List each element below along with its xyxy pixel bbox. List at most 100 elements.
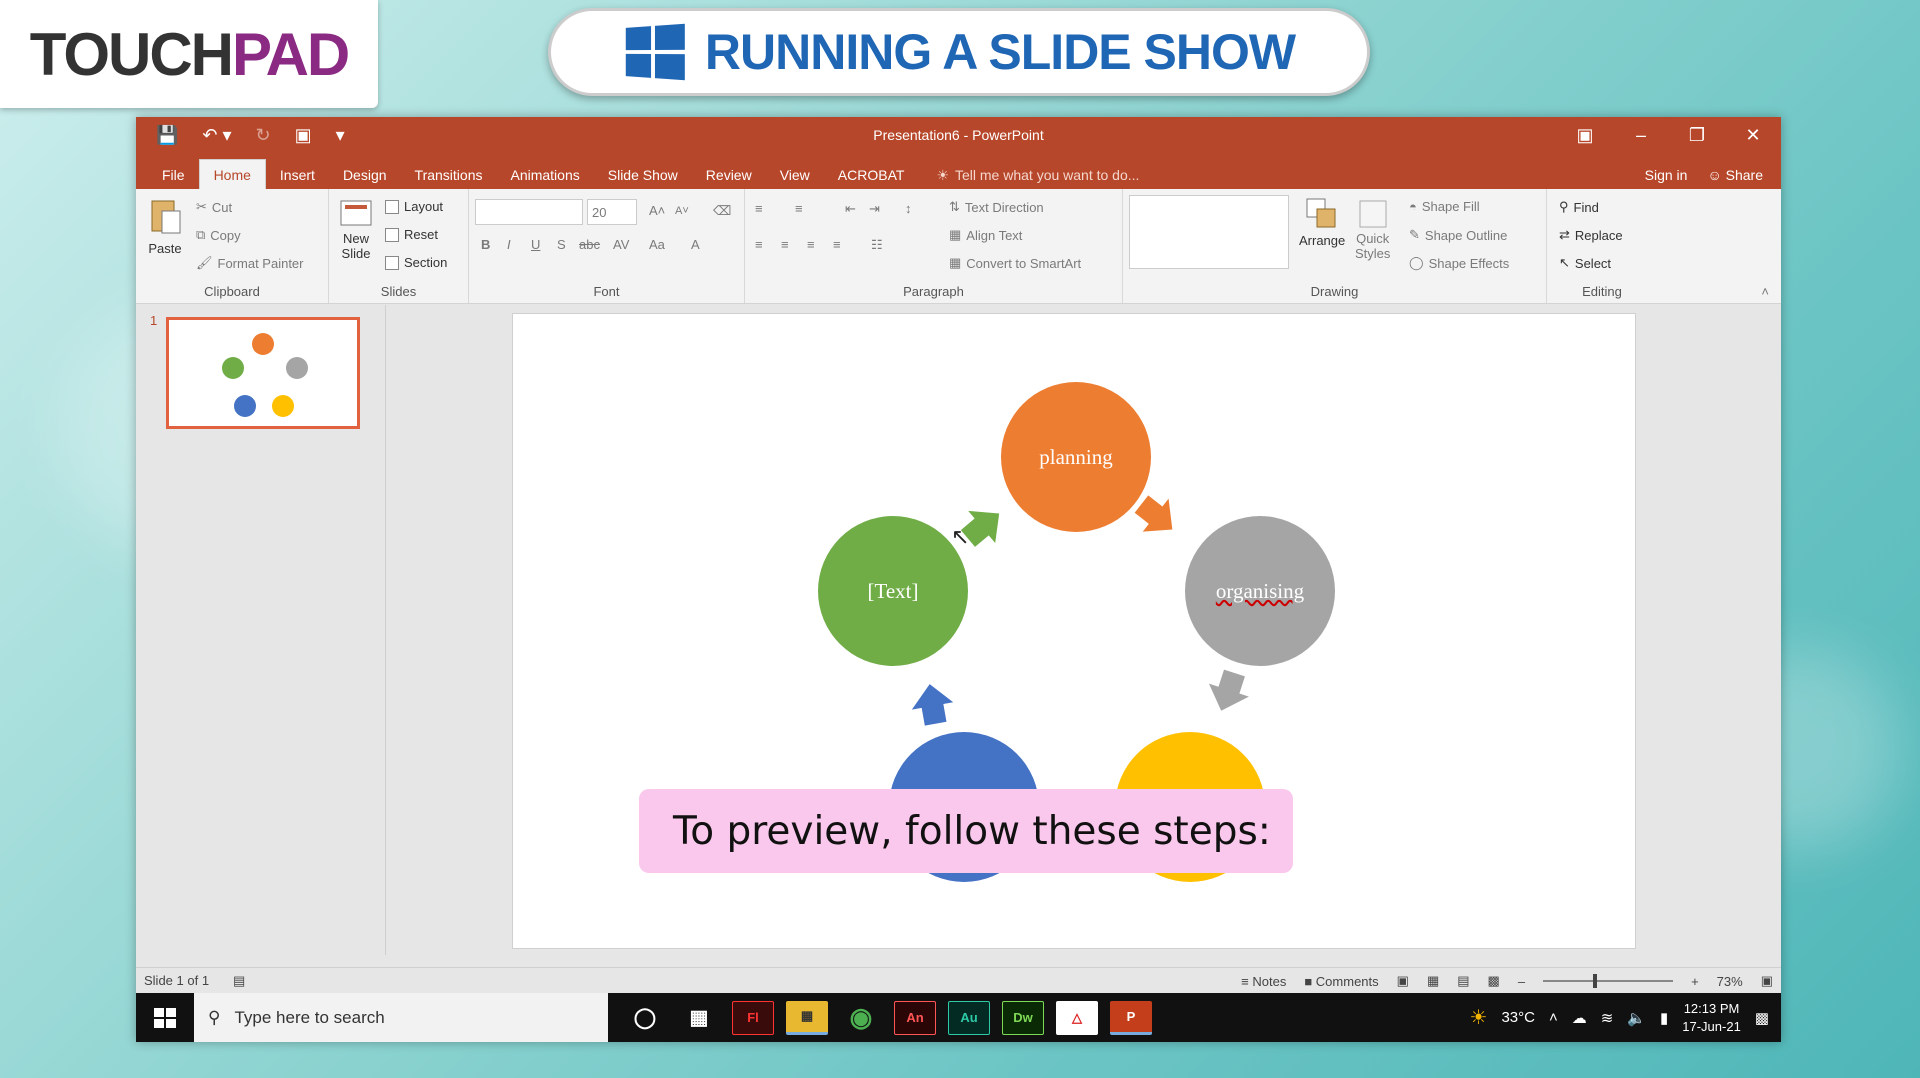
reset-button[interactable]: Reset bbox=[385, 227, 438, 242]
notes-button[interactable]: ≡ Notes bbox=[1241, 974, 1286, 989]
powerpoint-app-icon[interactable]: P bbox=[1110, 1000, 1152, 1035]
paste-button[interactable]: Paste bbox=[148, 197, 182, 256]
shape-fill-button[interactable]: ◓ Shape Fill bbox=[1409, 199, 1480, 214]
cut-button[interactable]: ✂ Cut bbox=[196, 199, 232, 215]
tab-design[interactable]: Design bbox=[329, 161, 401, 189]
tell-me-box[interactable]: ☀ Tell me what you want to do... bbox=[918, 161, 1139, 189]
zoom-level[interactable]: 73% bbox=[1717, 974, 1743, 989]
weather-icon[interactable]: ☀ bbox=[1470, 1005, 1488, 1030]
columns-icon[interactable]: ☷ bbox=[871, 237, 883, 253]
shape-outline-button[interactable]: ✎ Shape Outline bbox=[1409, 227, 1507, 243]
clock[interactable]: 12:13 PM 17-Jun-21 bbox=[1682, 1000, 1741, 1036]
restore-button[interactable]: ❐ bbox=[1669, 117, 1725, 153]
ribbon-display-options-icon[interactable]: ▣ bbox=[1557, 117, 1613, 153]
tab-transitions[interactable]: Transitions bbox=[401, 161, 497, 189]
decrease-indent-icon[interactable]: ⇤ bbox=[845, 201, 856, 217]
center-icon[interactable]: ≡ bbox=[781, 237, 789, 252]
align-text-button[interactable]: ▦ Align Text bbox=[949, 227, 1022, 243]
cortana-icon[interactable]: ◯ bbox=[624, 1001, 666, 1035]
onedrive-icon[interactable]: ☁ bbox=[1572, 1009, 1587, 1027]
show-hidden-icons-icon[interactable]: ˄ bbox=[1549, 1009, 1558, 1026]
cycle-node-planning[interactable]: planning bbox=[1001, 382, 1151, 532]
shapes-gallery[interactable] bbox=[1129, 195, 1289, 269]
convert-smartart-button[interactable]: ▦ Convert to SmartArt bbox=[949, 255, 1081, 271]
cycle-node-organising[interactable]: organising bbox=[1185, 516, 1335, 666]
clear-formatting-icon[interactable]: ⌫ bbox=[713, 203, 731, 219]
fit-slide-icon[interactable]: ▣ bbox=[1761, 973, 1773, 989]
new-slide-button[interactable]: New Slide bbox=[339, 197, 373, 261]
notifications-icon[interactable]: ▩ bbox=[1755, 1009, 1769, 1027]
volume-icon[interactable]: 🔈 bbox=[1627, 1009, 1646, 1027]
tab-home[interactable]: Home bbox=[198, 159, 266, 189]
task-view-icon[interactable]: ▦ bbox=[678, 1001, 720, 1035]
italic-button[interactable]: I bbox=[507, 237, 511, 252]
tab-insert[interactable]: Insert bbox=[266, 161, 329, 189]
spellcheck-icon[interactable]: ▤ bbox=[233, 973, 245, 989]
start-button[interactable] bbox=[136, 993, 194, 1042]
comments-button[interactable]: ■ Comments bbox=[1304, 974, 1378, 989]
start-from-beginning-icon[interactable]: ▣ bbox=[295, 125, 312, 146]
shape-effects-button[interactable]: ◯ Shape Effects bbox=[1409, 255, 1509, 271]
acrobat-app-icon[interactable]: △ bbox=[1056, 1000, 1098, 1035]
bullets-icon[interactable]: ≡ bbox=[755, 201, 763, 216]
section-button[interactable]: Section bbox=[385, 255, 447, 270]
zoom-out-icon[interactable]: – bbox=[1518, 974, 1525, 989]
format-painter-button[interactable]: 🖌 Format Painter bbox=[196, 255, 304, 271]
cycle-node-text[interactable]: [Text] bbox=[818, 516, 968, 666]
font-name-box[interactable] bbox=[475, 199, 583, 225]
save-icon[interactable]: 💾 bbox=[156, 125, 178, 146]
temperature[interactable]: 33°C bbox=[1501, 1009, 1535, 1026]
arrange-button[interactable]: Arrange bbox=[1299, 197, 1345, 248]
reading-view-icon[interactable]: ▤ bbox=[1457, 973, 1469, 989]
select-button[interactable]: ↖ Select bbox=[1559, 255, 1611, 271]
sign-in-link[interactable]: Sign in bbox=[1645, 167, 1688, 183]
collapse-ribbon-icon[interactable]: ˄ bbox=[1761, 284, 1769, 299]
bold-button[interactable]: B bbox=[481, 237, 490, 252]
wifi-icon[interactable]: ≋ bbox=[1601, 1009, 1614, 1027]
minimize-button[interactable]: – bbox=[1613, 117, 1669, 153]
font-size-box[interactable]: 20 bbox=[587, 199, 637, 225]
tab-animations[interactable]: Animations bbox=[496, 161, 593, 189]
tab-view[interactable]: View bbox=[766, 161, 824, 189]
char-spacing-button[interactable]: AV bbox=[613, 237, 629, 252]
numbering-icon[interactable]: ≡ bbox=[795, 201, 803, 216]
tab-review[interactable]: Review bbox=[692, 161, 766, 189]
find-button[interactable]: ⚲ Find bbox=[1559, 199, 1599, 215]
shrink-font-icon[interactable]: A˅ bbox=[675, 205, 689, 217]
slide-canvas[interactable]: planning organising [Text] ↖ To preview,… bbox=[512, 313, 1636, 949]
file-explorer-icon[interactable]: ▦ bbox=[786, 1000, 828, 1035]
slide-sorter-icon[interactable]: ▦ bbox=[1427, 973, 1439, 989]
customize-toolbar-icon[interactable]: ▾ bbox=[336, 125, 345, 146]
battery-icon[interactable]: ▮ bbox=[1660, 1009, 1668, 1027]
font-color-button[interactable]: A bbox=[691, 237, 700, 252]
justify-icon[interactable]: ≡ bbox=[833, 237, 841, 252]
audition-app-icon[interactable]: Au bbox=[948, 1000, 990, 1035]
grow-font-icon[interactable]: A˄ bbox=[649, 203, 665, 218]
replace-button[interactable]: ⇄ Replace bbox=[1559, 227, 1623, 243]
tab-acrobat[interactable]: ACROBAT bbox=[824, 161, 919, 189]
flash-app-icon[interactable]: Fl bbox=[732, 1000, 774, 1035]
dreamweaver-app-icon[interactable]: Dw bbox=[1002, 1000, 1044, 1035]
tab-slide-show[interactable]: Slide Show bbox=[594, 161, 692, 189]
quick-styles-button[interactable]: Quick Styles bbox=[1355, 197, 1390, 261]
zoom-slider[interactable] bbox=[1543, 974, 1674, 988]
increase-indent-icon[interactable]: ⇥ bbox=[869, 201, 880, 217]
close-button[interactable]: ✕ bbox=[1725, 117, 1781, 153]
line-spacing-icon[interactable]: ↕ bbox=[905, 201, 912, 216]
underline-button[interactable]: U bbox=[531, 237, 540, 252]
change-case-button[interactable]: Aa bbox=[649, 237, 665, 252]
align-left-icon[interactable]: ≡ bbox=[755, 237, 763, 252]
copy-button[interactable]: ⧉ Copy bbox=[196, 227, 241, 243]
slideshow-view-icon[interactable]: ▩ bbox=[1488, 973, 1500, 989]
text-direction-button[interactable]: ⇅ Text Direction bbox=[949, 199, 1044, 215]
share-button[interactable]: ☺ Share bbox=[1707, 167, 1763, 183]
align-right-icon[interactable]: ≡ bbox=[807, 237, 815, 252]
slide-thumbnail[interactable] bbox=[166, 317, 360, 429]
zoom-slider-thumb[interactable] bbox=[1593, 974, 1598, 988]
strikethrough-button[interactable]: abc bbox=[579, 237, 600, 252]
taskbar-search-box[interactable]: ⚲ Type here to search bbox=[194, 993, 608, 1042]
animate-app-icon[interactable]: An bbox=[894, 1000, 936, 1035]
layout-button[interactable]: Layout bbox=[385, 199, 443, 214]
zoom-in-icon[interactable]: + bbox=[1691, 974, 1699, 989]
redo-icon[interactable]: ↻ bbox=[256, 125, 271, 146]
